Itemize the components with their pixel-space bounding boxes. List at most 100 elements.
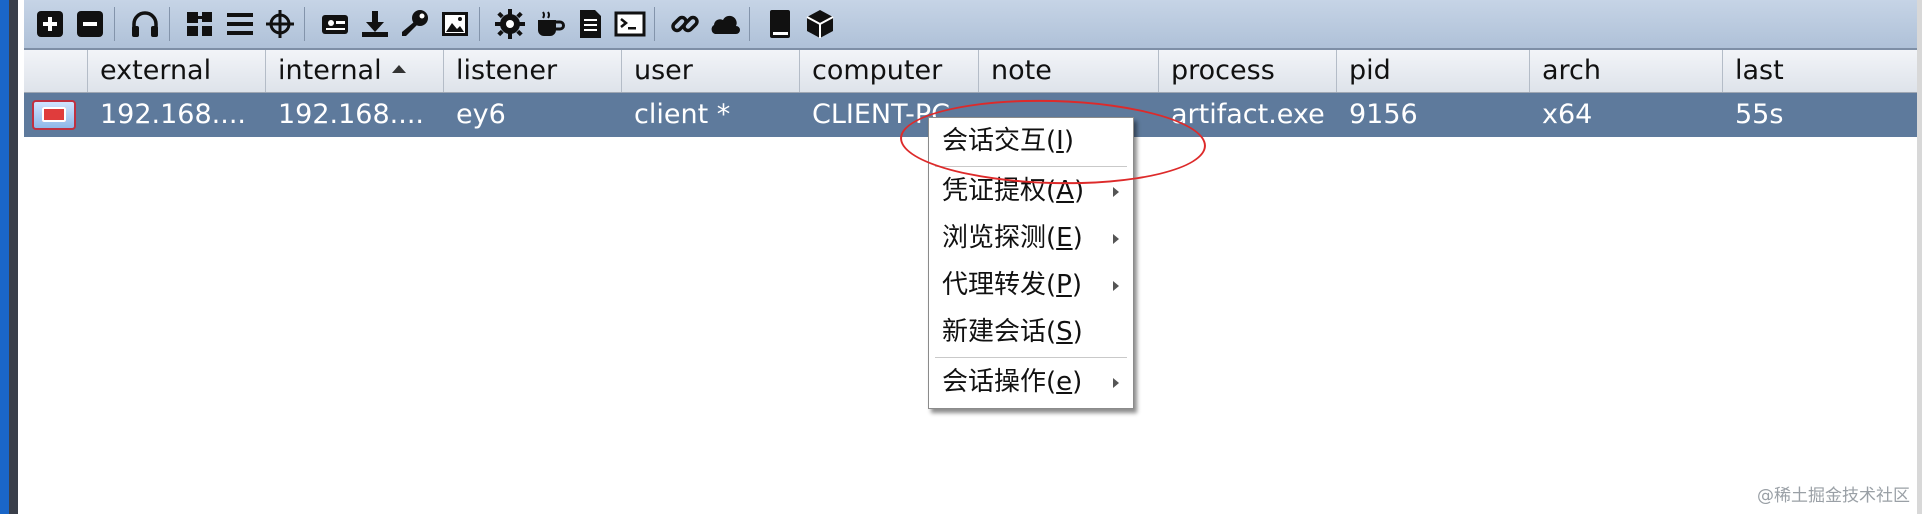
toolbar-separator xyxy=(479,7,480,41)
cell-listener: ey6 xyxy=(456,99,506,130)
screenshot-icon xyxy=(322,15,348,34)
menu-item-pivoting[interactable]: 代理转发(P) xyxy=(929,262,1133,309)
plus-square-icon xyxy=(37,11,63,37)
network-graph-icon xyxy=(187,12,212,36)
credentials-button[interactable] xyxy=(315,4,355,44)
new-connection-button[interactable] xyxy=(30,4,70,44)
column-header-user[interactable]: user xyxy=(622,50,800,92)
column-header-pid[interactable]: pid xyxy=(1337,50,1530,92)
menu-item-label: 浏览探测( xyxy=(942,223,1057,253)
main-toolbar xyxy=(24,0,1917,50)
column-header-listener[interactable]: listener xyxy=(444,50,622,92)
keystrokes-button[interactable] xyxy=(395,4,435,44)
menu-item-label: 凭证提权( xyxy=(942,176,1057,206)
minus-square-icon xyxy=(77,11,103,37)
gear-icon xyxy=(495,9,525,39)
menu-item-interact[interactable]: 会话交互(I) xyxy=(929,118,1133,165)
cell-user: client * xyxy=(634,99,731,130)
column-header-process[interactable]: process xyxy=(1159,50,1337,92)
toolbar-separator xyxy=(749,7,750,41)
menu-mnemonic: P xyxy=(1056,270,1072,300)
submenu-arrow-icon xyxy=(1113,234,1119,244)
column-header-computer[interactable]: computer xyxy=(800,50,979,92)
key-icon xyxy=(402,10,428,36)
menu-mnemonic: E xyxy=(1056,223,1073,253)
table-header: external internal listener user computer… xyxy=(24,50,1917,93)
column-header-label: internal xyxy=(278,55,382,86)
image-icon xyxy=(442,12,468,36)
column-header-last[interactable]: last xyxy=(1723,50,1917,92)
disconnect-button[interactable] xyxy=(70,4,110,44)
java-payload-button[interactable] xyxy=(530,4,570,44)
menu-item-suffix: ) xyxy=(1072,317,1083,347)
cloud-icon xyxy=(711,15,740,34)
menu-item-label: 会话交互( xyxy=(942,126,1057,156)
column-header-label: listener xyxy=(456,55,558,86)
submenu-arrow-icon xyxy=(1113,187,1119,197)
document-icon xyxy=(580,10,601,38)
menu-item-spawn[interactable]: 新建会话(S) xyxy=(929,309,1133,356)
toolbar-separator xyxy=(169,7,170,41)
cell-last: 55s xyxy=(1735,99,1784,130)
cloud-button[interactable] xyxy=(705,4,745,44)
icon-column-header[interactable] xyxy=(24,50,88,92)
cell-external: 192.168.... xyxy=(100,99,246,130)
menu-mnemonic: A xyxy=(1056,176,1074,206)
menu-item-access[interactable]: 凭证提权(A) xyxy=(929,168,1133,215)
menu-separator xyxy=(935,357,1127,358)
download-icon xyxy=(362,11,388,37)
toolbar-separator xyxy=(114,7,115,41)
screenshots-button[interactable] xyxy=(435,4,475,44)
menu-item-label: 会话操作( xyxy=(942,367,1057,397)
column-header-label: user xyxy=(634,55,693,86)
menu-item-suffix: ) xyxy=(1072,367,1083,397)
payload-generator-button[interactable] xyxy=(490,4,530,44)
submenu-arrow-icon xyxy=(1113,281,1119,291)
cell-internal: 192.168.... xyxy=(278,99,424,130)
menu-item-label: 新建会话( xyxy=(942,317,1057,347)
help-button[interactable] xyxy=(760,4,800,44)
desktop-left-edge xyxy=(0,0,18,514)
column-header-label: pid xyxy=(1349,55,1391,86)
coffee-cup-icon xyxy=(538,11,565,36)
column-header-label: last xyxy=(1735,55,1784,86)
terminal-icon xyxy=(614,11,646,37)
toolbar-separator xyxy=(654,7,655,41)
targets-button[interactable] xyxy=(260,4,300,44)
menu-mnemonic: I xyxy=(1056,126,1064,156)
menu-item-suffix: ) xyxy=(1063,126,1074,156)
cell-pid: 9156 xyxy=(1349,99,1418,130)
session-icon-cell xyxy=(24,93,88,137)
downloads-button[interactable] xyxy=(355,4,395,44)
ms-office-macro-button[interactable] xyxy=(570,4,610,44)
menu-item-label: 代理转发( xyxy=(942,270,1057,300)
book-icon xyxy=(770,10,790,38)
session-context-menu: 会话交互(I) 凭证提权(A) 浏览探测(E) 代理转发(P) 新建会话(S) … xyxy=(928,117,1134,409)
listeners-button[interactable] xyxy=(125,4,165,44)
column-header-label: computer xyxy=(812,55,943,86)
cell-process: artifact.exe xyxy=(1171,99,1325,130)
window-right-edge xyxy=(1917,0,1922,514)
menu-item-session[interactable]: 会话操作(e) xyxy=(929,359,1133,406)
headphones-icon xyxy=(132,11,158,37)
about-button[interactable] xyxy=(800,4,840,44)
watermark: @稀土掘金技术社区 xyxy=(1757,486,1910,506)
menu-mnemonic: e xyxy=(1056,367,1073,397)
menu-item-suffix: ) xyxy=(1073,176,1085,206)
session-table-button[interactable] xyxy=(220,4,260,44)
manage-web-server-button[interactable] xyxy=(665,4,705,44)
column-header-arch[interactable]: arch xyxy=(1530,50,1723,92)
console-button[interactable] xyxy=(610,4,650,44)
cobalt-strike-window: external internal listener user computer… xyxy=(24,0,1917,514)
sort-ascending-icon xyxy=(391,64,406,73)
column-header-internal[interactable]: internal xyxy=(266,50,444,92)
cell-arch: x64 xyxy=(1542,99,1593,130)
column-header-label: external xyxy=(100,55,212,86)
menu-separator xyxy=(935,166,1127,167)
column-header-label: arch xyxy=(1542,55,1602,86)
column-header-external[interactable]: external xyxy=(88,50,266,92)
submenu-arrow-icon xyxy=(1113,378,1119,388)
pivot-graph-button[interactable] xyxy=(180,4,220,44)
menu-item-explore[interactable]: 浏览探测(E) xyxy=(929,215,1133,262)
column-header-note[interactable]: note xyxy=(979,50,1159,92)
